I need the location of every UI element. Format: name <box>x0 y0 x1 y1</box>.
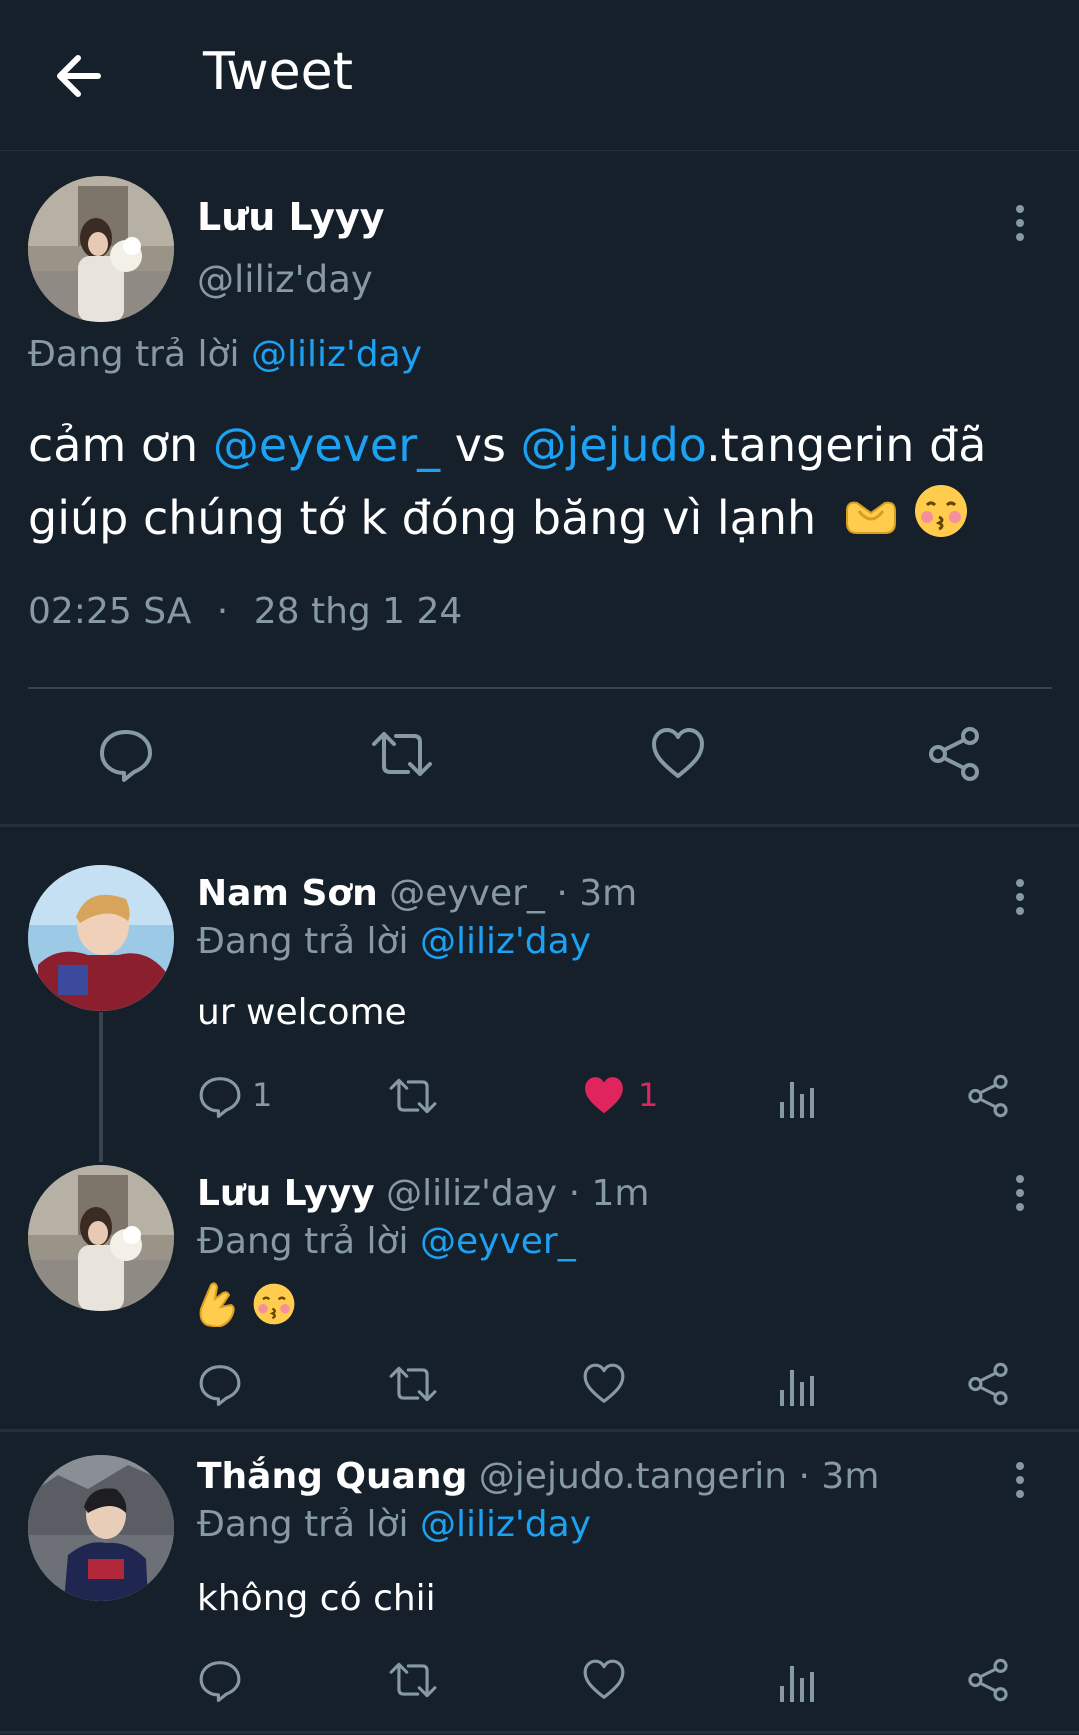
avatar[interactable] <box>28 865 174 1011</box>
replying-prefix: Đang trả lời <box>197 921 409 962</box>
reply-tweet: Lưu Lyyy @liliz'day · 1m Đang trả lời @e… <box>0 1147 1079 1427</box>
like-icon[interactable] <box>582 1362 626 1410</box>
liked-heart-icon[interactable] <box>582 1074 626 1122</box>
replying-to-link[interactable]: @eyver_ <box>420 1221 576 1262</box>
tweet-text-part: vs <box>440 418 521 472</box>
author-name[interactable]: Lưu Lyyy <box>197 195 385 239</box>
like-icon[interactable] <box>582 1658 626 1706</box>
analytics-icon[interactable] <box>778 1074 818 1122</box>
share-icon[interactable] <box>966 1362 1010 1410</box>
tweet-timestamp: 02:25 SA · 28 thg 1 24 <box>28 591 462 632</box>
author-handle[interactable]: @jejudo.tangerin <box>479 1456 787 1497</box>
back-arrow-icon[interactable] <box>50 48 106 104</box>
reply-tweet: Nam Sơn @eyver_ · 3m Đang trả lời @liliz… <box>0 827 1079 1147</box>
replying-to-line: Đang trả lời @liliz'day <box>197 1504 591 1545</box>
reply-time: · 3m <box>556 873 638 914</box>
reply-text: ur welcome <box>197 992 407 1033</box>
main-tweet: Lưu Lyyy @liliz'day Đang trả lời @liliz'… <box>0 151 1079 824</box>
replying-to-link[interactable]: @liliz'day <box>251 334 422 375</box>
mention-link[interactable]: @eyever_ <box>213 418 440 472</box>
heart-hands-emoji-icon <box>843 485 899 558</box>
author-handle[interactable]: @eyver_ <box>389 873 545 914</box>
author-name[interactable]: Thắng Quang <box>197 1456 467 1497</box>
reply-header: Thắng Quang @jejudo.tangerin · 3m <box>197 1456 879 1497</box>
replying-to-link[interactable]: @liliz'day <box>420 921 591 962</box>
reply-text: không có chii <box>197 1578 436 1619</box>
author-name[interactable]: Nam Sơn <box>197 873 378 914</box>
retweet-icon[interactable] <box>388 1658 438 1706</box>
reply-icon[interactable] <box>98 726 154 786</box>
replying-prefix: Đang trả lời <box>28 334 240 375</box>
retweet-icon[interactable] <box>388 1074 438 1122</box>
author-name[interactable]: Lưu Lyyy <box>197 1173 375 1214</box>
kissing-face-emoji-icon <box>913 483 969 560</box>
replying-prefix: Đang trả lời <box>197 1504 409 1545</box>
crossed-fingers-emoji-icon <box>197 1281 237 1336</box>
like-icon[interactable] <box>650 726 706 786</box>
replying-to-line: Đang trả lời @eyver_ <box>197 1221 576 1262</box>
share-icon[interactable] <box>926 726 982 786</box>
replying-to-line: Đang trả lời @liliz'day <box>197 921 591 962</box>
avatar[interactable] <box>28 1455 174 1601</box>
analytics-icon[interactable] <box>778 1362 818 1410</box>
page-title: Tweet <box>203 42 354 102</box>
replying-to-link[interactable]: @liliz'day <box>420 1504 591 1545</box>
more-options-icon[interactable] <box>1005 877 1035 917</box>
reply-header: Lưu Lyyy @liliz'day · 1m <box>197 1173 649 1214</box>
section-divider <box>0 1731 1079 1734</box>
analytics-icon[interactable] <box>778 1658 818 1706</box>
reply-time: · 1m <box>568 1173 650 1214</box>
share-icon[interactable] <box>966 1074 1010 1122</box>
reply-icon[interactable] <box>198 1074 242 1122</box>
tweet-date: 28 thg 1 24 <box>253 591 463 632</box>
tweet-text: cảm ơn @eyever_ vs @jejudo.tangerin đã g… <box>28 409 1058 560</box>
meta-separator: · <box>216 591 229 632</box>
mention-link[interactable]: @jejudo <box>521 418 707 472</box>
replying-to-line: Đang trả lời @liliz'day <box>28 334 422 375</box>
retweet-icon[interactable] <box>388 1362 438 1410</box>
reply-count: 1 <box>252 1076 273 1114</box>
more-options-icon[interactable] <box>1005 203 1035 243</box>
reply-text <box>197 1281 296 1336</box>
reply-time: · 3m <box>798 1456 880 1497</box>
author-handle[interactable]: @liliz'day <box>197 258 373 301</box>
divider <box>28 687 1052 689</box>
like-count: 1 <box>638 1076 659 1114</box>
share-icon[interactable] <box>966 1658 1010 1706</box>
avatar[interactable] <box>28 1165 174 1311</box>
more-options-icon[interactable] <box>1005 1460 1035 1500</box>
reply-tweet: Thắng Quang @jejudo.tangerin · 3m Đang t… <box>0 1432 1079 1735</box>
reply-header: Nam Sơn @eyver_ · 3m <box>197 873 637 914</box>
reply-icon[interactable] <box>198 1658 242 1706</box>
replying-prefix: Đang trả lời <box>197 1221 409 1262</box>
tweet-time: 02:25 SA <box>28 591 192 632</box>
retweet-icon[interactable] <box>370 726 434 786</box>
kissing-face-emoji-icon <box>252 1282 296 1335</box>
avatar[interactable] <box>28 176 174 322</box>
author-handle[interactable]: @liliz'day <box>386 1173 557 1214</box>
tweet-text-part: cảm ơn <box>28 418 213 472</box>
more-options-icon[interactable] <box>1005 1173 1035 1213</box>
reply-icon[interactable] <box>198 1362 242 1410</box>
top-bar: Tweet <box>0 0 1079 151</box>
